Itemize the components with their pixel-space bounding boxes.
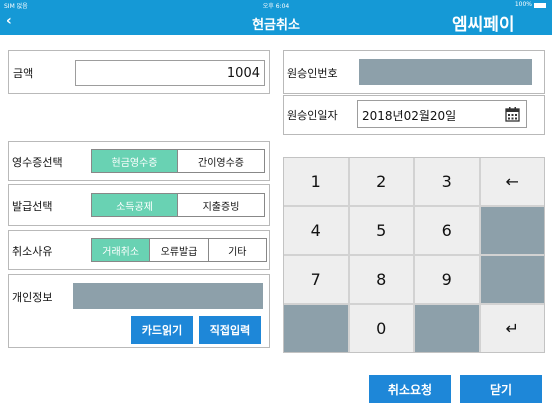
approval-number-field[interactable] [359, 59, 532, 85]
receipt-type-panel: 영수증선택 현금영수증 간이영수증 [8, 141, 270, 181]
backspace-key[interactable]: ← [480, 158, 544, 205]
cancel-request-button[interactable]: 취소요청 [369, 375, 451, 403]
battery-icon [534, 3, 546, 8]
personal-info-field[interactable] [73, 283, 263, 309]
approval-date-panel: 원승인일자 2018년02월20일 [283, 95, 545, 135]
amount-input[interactable]: 1004 [75, 60, 265, 86]
key-4[interactable]: 4 [284, 207, 348, 254]
battery-text: 100% [514, 1, 532, 8]
key-1[interactable]: 1 [284, 158, 348, 205]
reason-option-transaction-cancel[interactable]: 거래취소 [92, 239, 151, 261]
key-0[interactable]: 0 [349, 305, 413, 352]
blank-key [415, 305, 479, 352]
key-7[interactable]: 7 [284, 256, 348, 303]
cancel-reason-panel: 취소사유 거래취소 오류발급 기타 [8, 230, 270, 270]
blank-key [284, 305, 348, 352]
approval-date-label: 원승인일자 [287, 109, 338, 122]
issue-option-expense-proof[interactable]: 지출증빙 [178, 194, 264, 216]
cancel-reason-label: 취소사유 [12, 245, 53, 258]
key-9[interactable]: 9 [415, 256, 479, 303]
receipt-type-label: 영수증선택 [12, 156, 63, 169]
amount-value: 1004 [226, 66, 260, 81]
approval-date-value: 2018년02월20일 [362, 109, 457, 123]
close-button[interactable]: 닫기 [460, 375, 542, 403]
receipt-option-cash[interactable]: 현금영수증 [92, 150, 178, 172]
receipt-type-selector: 현금영수증 간이영수증 [91, 149, 265, 173]
personal-info-label: 개인정보 [12, 291, 53, 304]
receipt-option-simple[interactable]: 간이영수증 [178, 150, 264, 172]
key-3[interactable]: 3 [415, 158, 479, 205]
issue-type-selector: 소득공제 지출증빙 [91, 193, 265, 217]
issue-type-panel: 발급선택 소득공제 지출증빙 [8, 184, 270, 226]
blank-key [480, 207, 544, 254]
issue-option-income-deduction[interactable]: 소득공제 [92, 194, 178, 216]
app-header: ‹ 현금취소 엠씨페이 [0, 10, 552, 35]
blank-key [480, 256, 544, 303]
enter-key[interactable]: ↵ [480, 305, 544, 352]
personal-info-panel: 개인정보 카드읽기 직접입력 [8, 274, 270, 348]
direct-input-button[interactable]: 직접입력 [199, 316, 261, 344]
reason-option-other[interactable]: 기타 [208, 239, 266, 261]
cancel-reason-selector: 거래취소 오류발급 기타 [91, 238, 267, 262]
status-bar: SIM 없음 오후 6:04 100% [0, 0, 552, 10]
approval-number-label: 원승인번호 [287, 67, 338, 80]
key-8[interactable]: 8 [349, 256, 413, 303]
numeric-keypad: 1 2 3 ← 4 5 6 7 8 9 0 ↵ [283, 157, 545, 353]
card-read-button[interactable]: 카드읽기 [131, 316, 193, 344]
calendar-icon[interactable] [505, 106, 520, 122]
key-2[interactable]: 2 [349, 158, 413, 205]
key-5[interactable]: 5 [349, 207, 413, 254]
clock-text: 오후 6:04 [262, 3, 290, 10]
battery-indicator: 100% [515, 1, 546, 8]
approval-number-panel: 원승인번호 [283, 50, 545, 94]
svg-text:엠씨페이: 엠씨페이 [452, 15, 515, 35]
key-6[interactable]: 6 [415, 207, 479, 254]
reason-option-issue-error[interactable]: 오류발급 [150, 239, 209, 261]
mcpay-logo: 엠씨페이 [452, 15, 515, 35]
issue-type-label: 발급선택 [12, 200, 53, 213]
amount-label: 금액 [13, 67, 34, 80]
amount-panel: 금액 1004 [8, 50, 270, 94]
approval-date-picker[interactable]: 2018년02월20일 [357, 100, 527, 128]
